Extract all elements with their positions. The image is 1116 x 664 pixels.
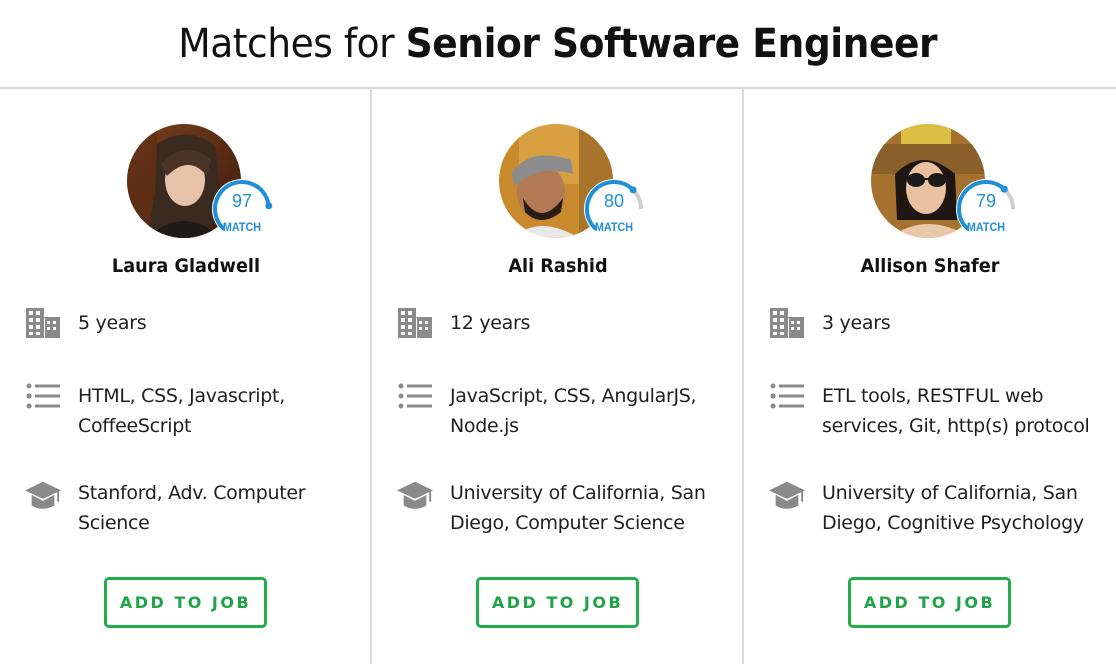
match-score-ring: 80 MATCH	[581, 179, 647, 245]
education-row: University of California, San Diego, Cog…	[769, 478, 1112, 538]
experience-row: 12 years	[397, 308, 740, 341]
match-score: 80	[603, 191, 625, 211]
experience-text: 12 years	[450, 312, 531, 334]
list-icon	[397, 378, 433, 414]
page-header: Matches for Senior Software Engineer	[0, 0, 1116, 89]
avatar-group: 97 MATCH	[127, 124, 277, 249]
match-label: MATCH	[222, 220, 262, 234]
education-text: Stanford, Adv. Computer Science	[78, 482, 306, 534]
building-icon	[769, 305, 805, 341]
match-score-ring: 79 MATCH	[953, 179, 1019, 245]
graduation-cap-icon	[25, 478, 61, 514]
skills-row: ETL tools, RESTFUL web services, Git, ht…	[769, 381, 1112, 441]
match-ring-icon	[212, 179, 273, 239]
education-text: University of California, San Diego, Com…	[450, 482, 706, 534]
skills-row: JavaScript, CSS, AngularJS, Node.js	[397, 381, 740, 441]
building-icon	[25, 305, 61, 341]
experience-row: 5 years	[25, 308, 368, 341]
match-score: 97	[231, 191, 253, 211]
list-icon	[769, 378, 805, 414]
candidate-card: 80 MATCH Ali Rashid 12 years JavaScript,…	[372, 89, 744, 664]
add-to-job-button[interactable]: ADD TO JOB	[848, 577, 1011, 628]
skills-text: ETL tools, RESTFUL web services, Git, ht…	[822, 385, 1090, 437]
page-title: Matches for Senior Software Engineer	[179, 21, 938, 67]
list-icon	[25, 378, 61, 414]
experience-text: 3 years	[822, 312, 891, 334]
skills-text: HTML, CSS, Javascript, CoffeeScript	[78, 385, 285, 437]
candidate-card: 79 MATCH Allison Shafer 3 years ETL tool…	[744, 89, 1116, 664]
building-icon	[397, 305, 433, 341]
education-row: Stanford, Adv. Computer Science	[25, 478, 368, 538]
graduation-cap-icon	[397, 478, 433, 514]
avatar-group: 79 MATCH	[871, 124, 1021, 249]
experience-row: 3 years	[769, 308, 1112, 341]
skills-text: JavaScript, CSS, AngularJS, Node.js	[450, 385, 697, 437]
title-prefix: Matches for	[178, 20, 406, 67]
job-title: Senior Software Engineer	[405, 20, 938, 67]
add-to-job-button[interactable]: ADD TO JOB	[476, 577, 639, 628]
graduation-cap-icon	[769, 478, 805, 514]
candidate-list: 97 MATCH Laura Gladwell 5 years HTML, CS…	[0, 89, 1116, 664]
candidate-card: 97 MATCH Laura Gladwell 5 years HTML, CS…	[0, 89, 372, 664]
candidate-name[interactable]: Ali Rashid	[385, 255, 731, 277]
education-row: University of California, San Diego, Com…	[397, 478, 740, 538]
match-label: MATCH	[594, 220, 634, 234]
avatar-group: 80 MATCH	[499, 124, 649, 249]
match-score-ring: 97 MATCH	[209, 179, 275, 245]
add-to-job-button[interactable]: ADD TO JOB	[104, 577, 267, 628]
match-label: MATCH	[966, 220, 1006, 234]
skills-row: HTML, CSS, Javascript, CoffeeScript	[25, 381, 368, 441]
match-ring-icon	[956, 179, 1016, 239]
education-text: University of California, San Diego, Cog…	[822, 482, 1084, 534]
experience-text: 5 years	[78, 312, 147, 334]
candidate-name[interactable]: Laura Gladwell	[13, 255, 359, 277]
match-ring-icon	[584, 179, 644, 239]
match-score: 79	[975, 191, 997, 211]
candidate-name[interactable]: Allison Shafer	[757, 255, 1103, 277]
